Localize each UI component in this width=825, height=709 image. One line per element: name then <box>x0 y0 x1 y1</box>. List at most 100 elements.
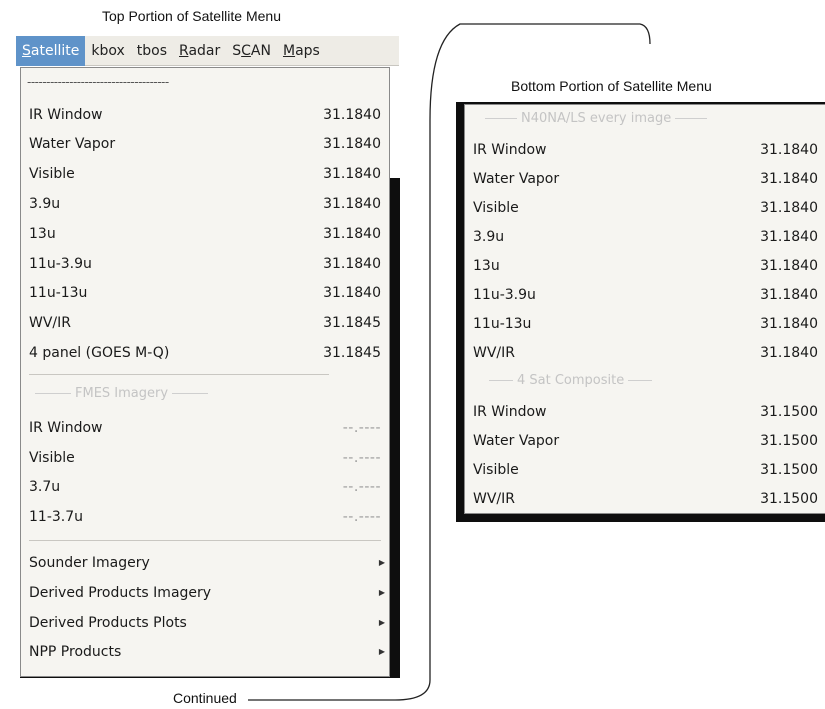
separator <box>29 374 329 375</box>
menu-item-composite-water-vapor[interactable]: Water Vapor 31.1500 <box>473 426 818 455</box>
satellite-menu-top: ------------------------------------- IR… <box>20 67 390 677</box>
menu-item-4-panel[interactable]: 4 panel (GOES M-Q) 31.1845 <box>29 338 381 367</box>
item-label: 4 panel (GOES M-Q) <box>29 344 170 361</box>
submenu-arrow-icon: ▶ <box>378 588 385 597</box>
item-value: 31.1500 <box>760 432 818 449</box>
item-value: 31.1840 <box>760 344 818 361</box>
menu-item-11u-3-9u[interactable]: 11u-3.9u 31.1840 <box>473 280 818 309</box>
menu-item-11u-13u[interactable]: 11u-13u 31.1840 <box>29 278 381 307</box>
item-value: 31.1845 <box>323 314 381 331</box>
menu-item-wv-ir[interactable]: WV/IR 31.1840 <box>473 338 818 367</box>
satellite-menu-bottom: N40NA/LS every image IR Window 31.1840 Wa… <box>464 104 825 514</box>
submenu-arrow-icon: ▶ <box>378 647 385 656</box>
item-label: 11u-3.9u <box>29 255 92 272</box>
item-label: 13u <box>473 257 500 274</box>
menu-item-fmes-ir-window[interactable]: IR Window --.---- <box>29 413 381 442</box>
item-value: --.---- <box>342 508 381 525</box>
menu-item-13u[interactable]: 13u 31.1840 <box>473 251 818 280</box>
item-label: 11u-3.9u <box>473 286 536 303</box>
menu-item-11u-3-9u[interactable]: 11u-3.9u 31.1840 <box>29 249 381 278</box>
item-label: Water Vapor <box>29 135 116 152</box>
item-label: IR Window <box>29 106 103 123</box>
item-label: 11u-13u <box>29 284 88 301</box>
menu-scan[interactable]: SCAN <box>226 36 277 66</box>
menu-kbox[interactable]: kbox <box>85 36 130 66</box>
item-label: 11-3.7u <box>29 508 84 525</box>
menu-item-ir-window[interactable]: IR Window 31.1840 <box>473 135 818 164</box>
item-label: Derived Products Plots <box>29 614 187 631</box>
item-label: WV/IR <box>29 314 71 331</box>
menu-item-water-vapor[interactable]: Water Vapor 31.1840 <box>473 164 818 193</box>
item-label: 3.9u <box>29 195 61 212</box>
item-label: Water Vapor <box>473 170 560 187</box>
item-value: --.---- <box>342 478 381 495</box>
item-value: 31.1840 <box>760 228 818 245</box>
menu-item-water-vapor[interactable]: Water Vapor 31.1840 <box>29 129 381 158</box>
menu-item-visible[interactable]: Visible 31.1840 <box>473 193 818 222</box>
submenu-npp-products[interactable]: NPP Products ▶ <box>29 637 385 666</box>
menu-item-visible[interactable]: Visible 31.1840 <box>29 159 381 188</box>
menu-item-13u[interactable]: 13u 31.1840 <box>29 219 381 248</box>
menu-satellite[interactable]: Satellite <box>16 35 86 66</box>
item-label: Sounder Imagery <box>29 554 150 571</box>
menu-item-composite-visible[interactable]: Visible 31.1500 <box>473 455 818 484</box>
item-label: Visible <box>29 449 75 466</box>
item-value: 31.1840 <box>760 315 818 332</box>
item-value: 31.1500 <box>760 461 818 478</box>
item-label: NPP Products <box>29 643 122 660</box>
item-label: IR Window <box>473 141 547 158</box>
item-value: 31.1500 <box>760 403 818 420</box>
item-label: IR Window <box>29 419 103 436</box>
menu-item-3-9u[interactable]: 3.9u 31.1840 <box>473 222 818 251</box>
menu-item-3-9u[interactable]: 3.9u 31.1840 <box>29 189 381 218</box>
item-label: WV/IR <box>473 490 515 507</box>
item-label: 3.9u <box>473 228 505 245</box>
composite-section-title: 4 Sat Composite <box>489 373 709 388</box>
item-value: 31.1840 <box>760 286 818 303</box>
submenu-sounder-imagery[interactable]: Sounder Imagery ▶ <box>29 548 385 577</box>
separator <box>29 540 381 541</box>
item-label: 3.7u <box>29 478 61 495</box>
item-value: 31.1840 <box>760 257 818 274</box>
item-value: --.---- <box>342 449 381 466</box>
menu-maps[interactable]: Maps <box>277 36 326 66</box>
submenu-derived-products-plots[interactable]: Derived Products Plots ▶ <box>29 608 385 637</box>
item-value: 31.1840 <box>323 225 381 242</box>
item-value: 31.1840 <box>760 170 818 187</box>
menu-item-11u-13u[interactable]: 11u-13u 31.1840 <box>473 309 818 338</box>
item-label: WV/IR <box>473 344 515 361</box>
item-label: IR Window <box>473 403 547 420</box>
item-value: 31.1840 <box>323 106 381 123</box>
submenu-arrow-icon: ▶ <box>378 618 385 627</box>
item-value: 31.1500 <box>760 490 818 507</box>
tearoff-line[interactable]: ------------------------------------- <box>27 70 277 94</box>
item-value: 31.1840 <box>323 195 381 212</box>
menu-tbos[interactable]: tbos <box>131 36 173 66</box>
item-label: Visible <box>473 199 519 216</box>
item-value: 31.1845 <box>323 344 381 361</box>
menubar: Satellite kbox tbos Radar SCAN Maps <box>16 35 399 66</box>
item-label: 11u-13u <box>473 315 532 332</box>
submenu-arrow-icon: ▶ <box>378 558 385 567</box>
item-label: 13u <box>29 225 56 242</box>
item-value: 31.1840 <box>760 199 818 216</box>
menu-item-fmes-3-7u[interactable]: 3.7u --.---- <box>29 472 381 501</box>
item-value: 31.1840 <box>323 135 381 152</box>
submenu-derived-products-imagery[interactable]: Derived Products Imagery ▶ <box>29 578 385 607</box>
menu-item-composite-wv-ir[interactable]: WV/IR 31.1500 <box>473 484 818 513</box>
menu-item-fmes-11-3-7u[interactable]: 11-3.7u --.---- <box>29 502 381 531</box>
item-value: 31.1840 <box>323 284 381 301</box>
item-label: Visible <box>29 165 75 182</box>
menu-item-wv-ir[interactable]: WV/IR 31.1845 <box>29 308 381 337</box>
menu-radar[interactable]: Radar <box>173 36 226 66</box>
item-label: Water Vapor <box>473 432 560 449</box>
menu-item-ir-window[interactable]: IR Window 31.1840 <box>29 100 381 129</box>
menu-item-fmes-visible[interactable]: Visible --.---- <box>29 443 381 472</box>
item-value: 31.1840 <box>323 165 381 182</box>
item-label: Derived Products Imagery <box>29 584 212 601</box>
item-value: 31.1840 <box>323 255 381 272</box>
fmes-section-title: FMES Imagery <box>35 386 255 401</box>
every-image-section-title: N40NA/LS every image <box>485 111 725 126</box>
menu-item-composite-ir-window[interactable]: IR Window 31.1500 <box>473 397 818 426</box>
item-value: --.---- <box>342 419 381 436</box>
